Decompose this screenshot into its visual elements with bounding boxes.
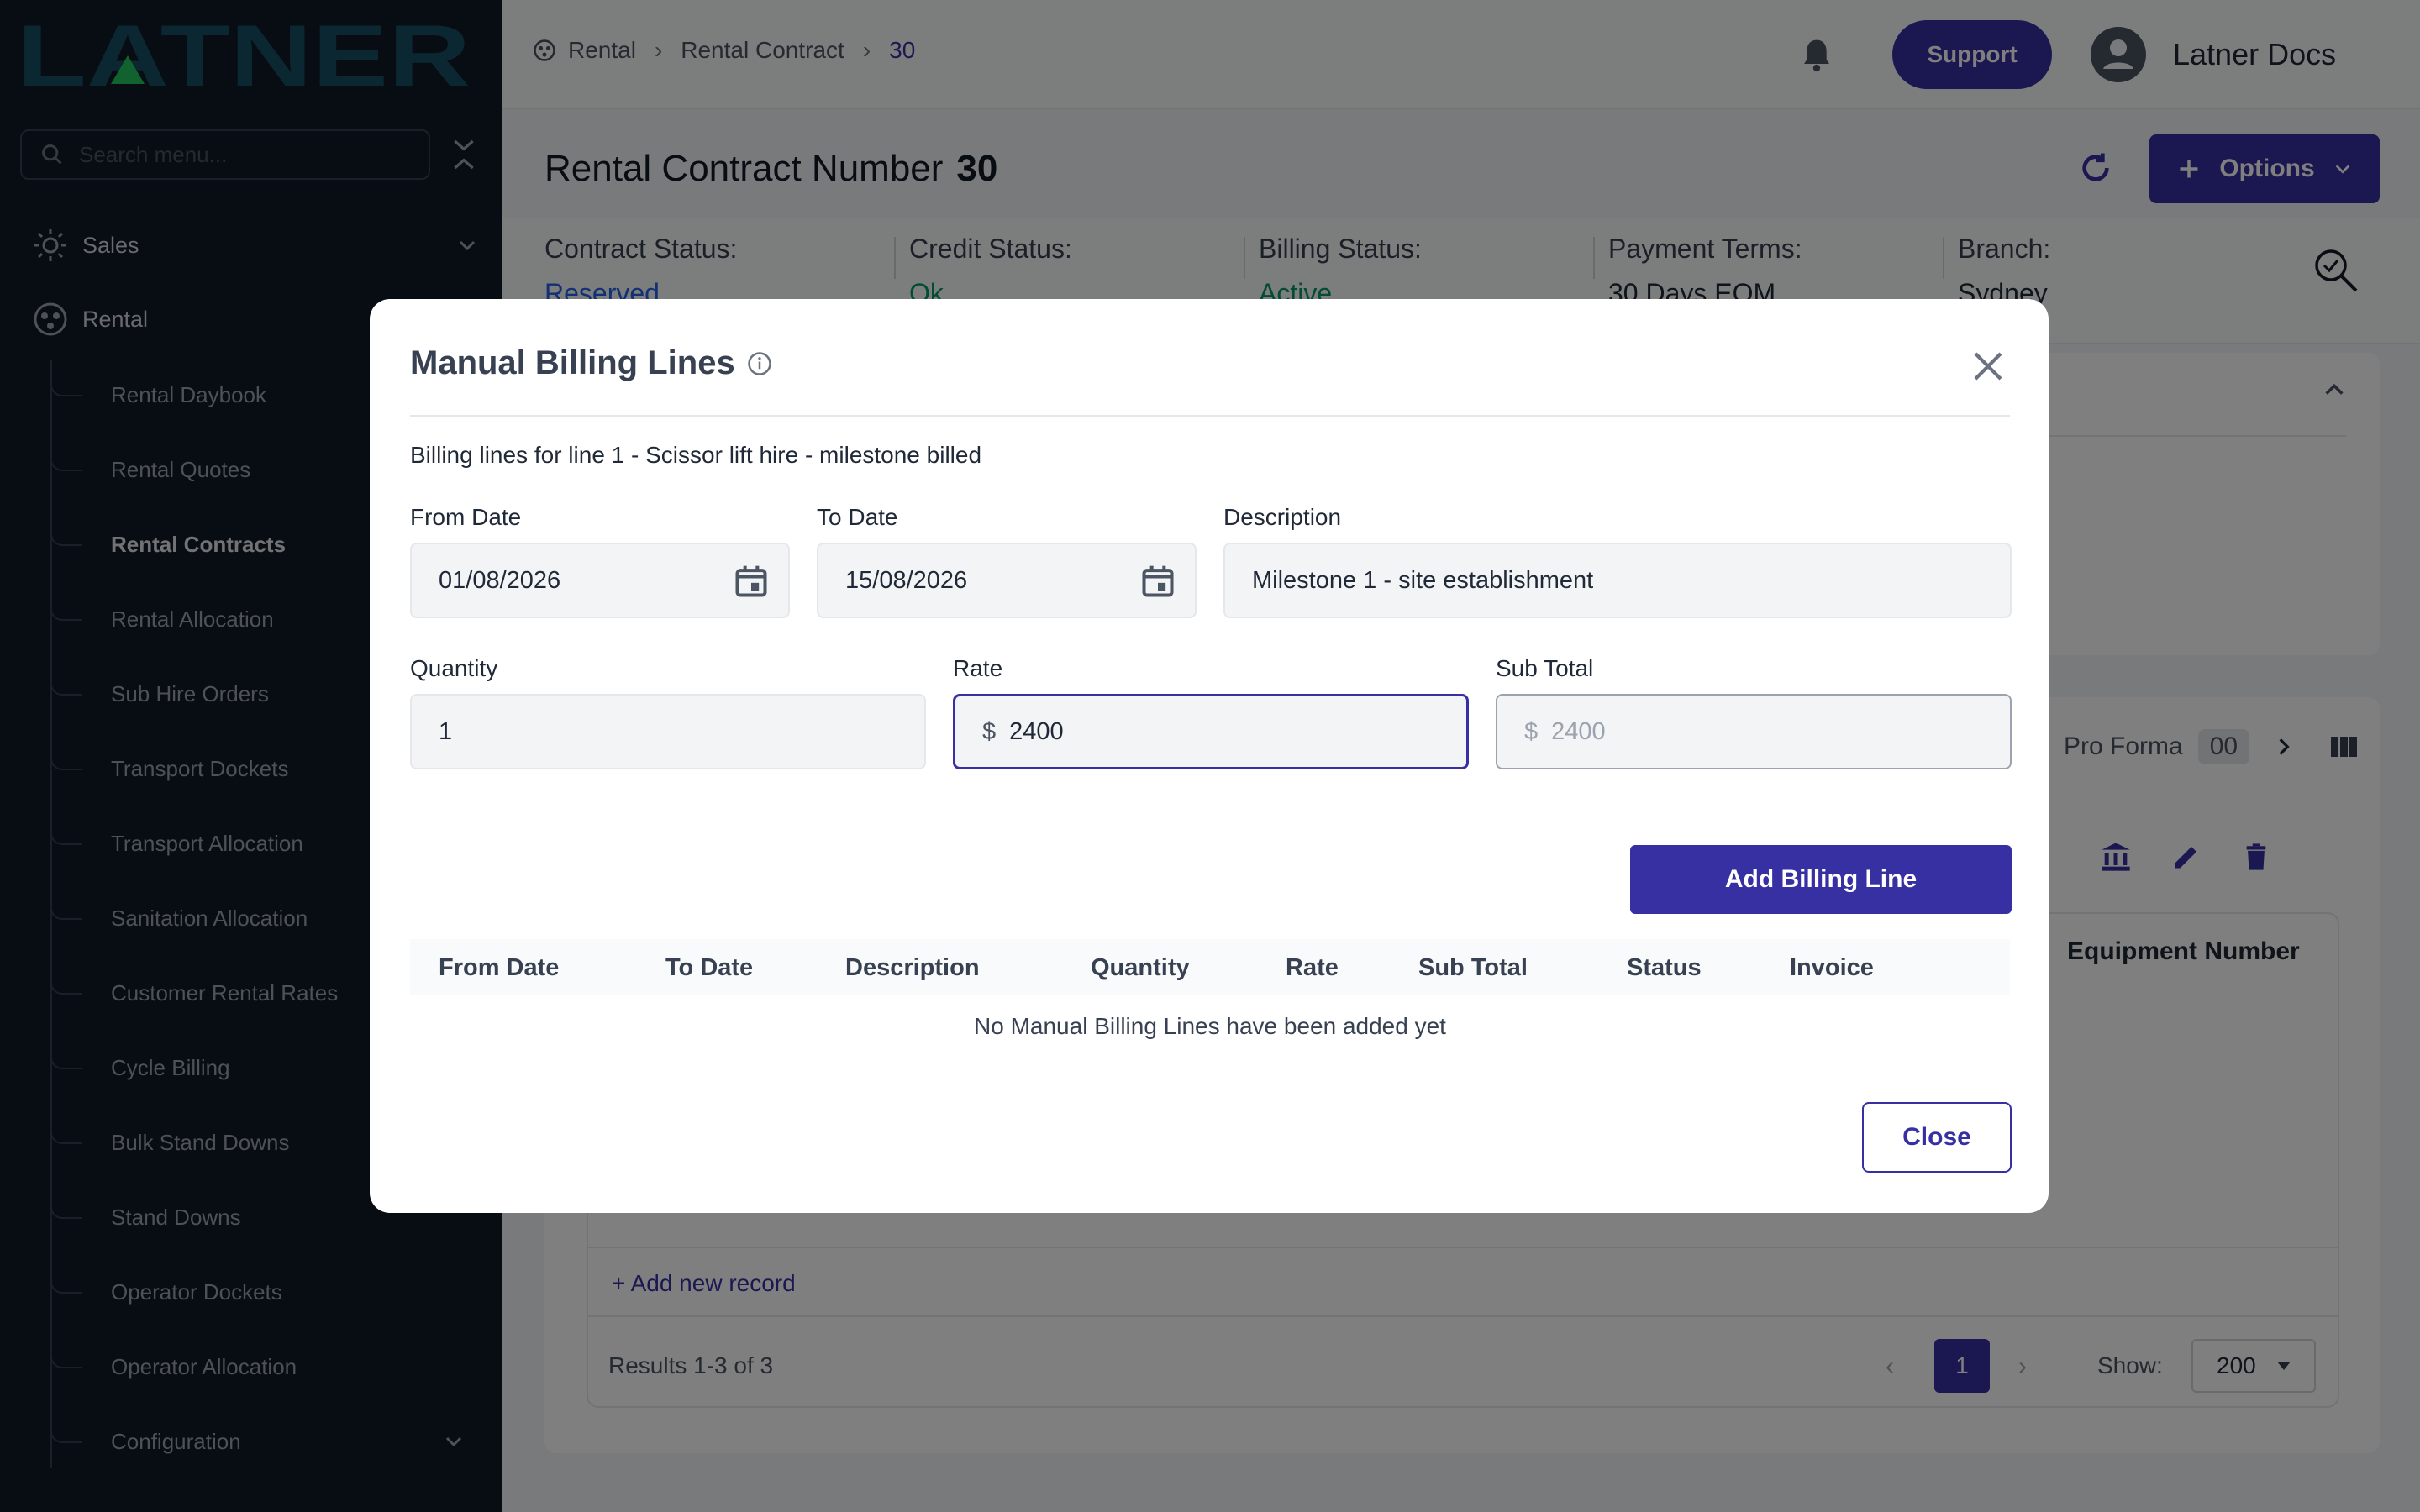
- column-header-status: Status: [1627, 954, 1702, 981]
- billing-lines-table-header: [410, 939, 2010, 995]
- modal-title: Manual Billing Lines: [410, 344, 772, 382]
- close-icon[interactable]: [1971, 349, 2005, 383]
- column-header-rate: Rate: [1286, 954, 1339, 981]
- modal-title-text: Manual Billing Lines: [410, 344, 735, 381]
- modal-subtitle: Billing lines for line 1 - Scissor lift …: [410, 442, 982, 468]
- manual-billing-lines-modal: Manual Billing Lines Billing lines for l…: [370, 299, 2049, 1213]
- column-header-sub-total: Sub Total: [1418, 954, 1528, 981]
- calendar-icon[interactable]: [733, 563, 770, 600]
- divider: [410, 415, 2010, 417]
- empty-state-message: No Manual Billing Lines have been added …: [974, 1013, 1446, 1039]
- column-header-to-date: To Date: [666, 954, 754, 981]
- from-date-field[interactable]: 01/08/2026: [410, 543, 790, 618]
- currency-symbol: $: [1524, 717, 1539, 745]
- currency-symbol: $: [982, 717, 997, 745]
- close-button[interactable]: Close: [1862, 1102, 2012, 1173]
- description-value: Milestone 1 - site establishment: [1252, 566, 1594, 594]
- column-header-quantity: Quantity: [1091, 954, 1190, 981]
- from-date-label: From Date: [410, 504, 522, 530]
- from-date-value: 01/08/2026: [439, 566, 561, 594]
- column-header-description: Description: [845, 954, 980, 981]
- to-date-field[interactable]: 15/08/2026: [817, 543, 1197, 618]
- add-billing-line-button[interactable]: Add Billing Line: [1630, 845, 2012, 914]
- description-label: Description: [1223, 504, 1342, 530]
- sub-total-field: $ 2400: [1496, 694, 2012, 769]
- rate-label: Rate: [953, 655, 1003, 681]
- to-date-label: To Date: [817, 504, 898, 530]
- info-icon[interactable]: [747, 351, 772, 376]
- description-field[interactable]: Milestone 1 - site establishment: [1223, 543, 2012, 618]
- quantity-field[interactable]: 1: [410, 694, 926, 769]
- quantity-label: Quantity: [410, 655, 498, 681]
- sub-total-label: Sub Total: [1496, 655, 1594, 681]
- quantity-value: 1: [439, 717, 453, 745]
- sub-total-value: 2400: [1551, 717, 1606, 745]
- column-header-invoice: Invoice: [1790, 954, 1874, 981]
- rate-field[interactable]: $ 2400: [953, 694, 1469, 769]
- rate-value: 2400: [1009, 717, 1064, 745]
- calendar-icon[interactable]: [1139, 563, 1176, 600]
- to-date-value: 15/08/2026: [845, 566, 968, 594]
- column-header-from-date: From Date: [439, 954, 560, 981]
